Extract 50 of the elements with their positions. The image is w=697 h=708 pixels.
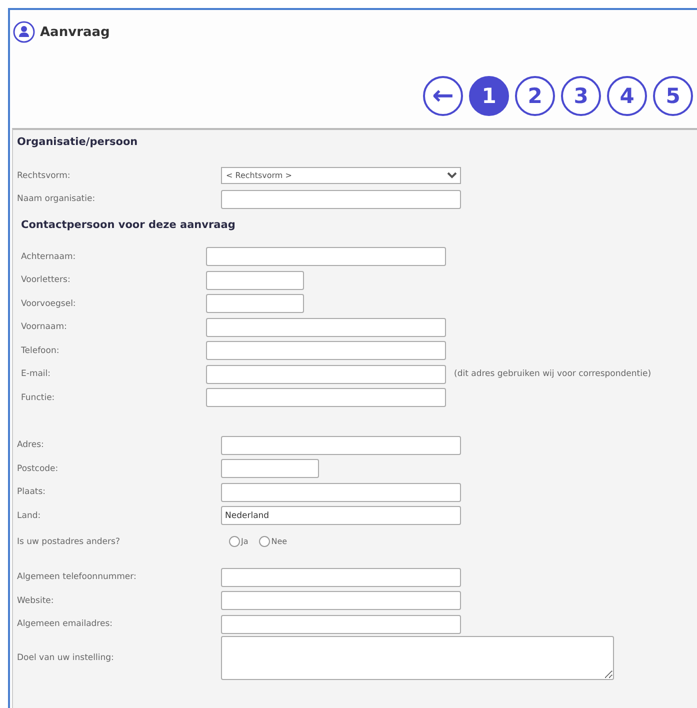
- field-note: (dit adres gebruiken wij voor correspondentie): [454, 369, 652, 380]
- step-button[interactable]: 2: [515, 76, 555, 116]
- user-icon: [13, 21, 35, 43]
- field-label: Voornaam:: [21, 322, 68, 332]
- field-label: Land:: [17, 510, 42, 521]
- field-label: Postcode:: [17, 464, 60, 474]
- text-field[interactable]: [206, 388, 446, 408]
- text-field[interactable]: [221, 482, 461, 502]
- field-label: Plaats:: [17, 487, 47, 498]
- radio-button[interactable]: [229, 536, 240, 547]
- text-field[interactable]: [206, 341, 446, 360]
- back-button[interactable]: ←: [423, 76, 463, 116]
- step-button[interactable]: 5: [653, 76, 693, 116]
- legal-form-select[interactable]: < Rechtsvorm >: [221, 167, 461, 184]
- step-button[interactable]: 4: [607, 76, 647, 116]
- window-title: Aanvraag: [40, 24, 110, 40]
- radio-label: Nee: [271, 537, 288, 546]
- section-heading: Contactpersoon voor deze aanvraag: [21, 218, 236, 233]
- field-label: Rechtsvorm:: [17, 170, 72, 181]
- field-label: Is uw postadres anders?: [17, 536, 121, 546]
- radio-button[interactable]: [259, 536, 270, 547]
- text-field[interactable]: [221, 436, 461, 455]
- field-label: Achternaam:: [21, 252, 77, 262]
- section-heading: Organisatie/persoon: [17, 136, 139, 150]
- field-label: Functie:: [21, 392, 56, 403]
- text-field[interactable]: [221, 614, 461, 634]
- text-field[interactable]: [206, 270, 304, 290]
- field-label: E-mail:: [21, 369, 52, 380]
- text-field[interactable]: [221, 459, 319, 478]
- step-button[interactable]: 1: [469, 76, 509, 116]
- text-field[interactable]: [206, 318, 446, 337]
- field-label: Naam organisatie:: [17, 194, 96, 204]
- field-label: Adres:: [17, 440, 45, 450]
- field-label: Algemeen telefoonnummer:: [17, 572, 138, 582]
- field-label: Doel van uw instelling:: [17, 653, 115, 663]
- field-label: Algemeen emailadres:: [17, 619, 114, 630]
- text-field[interactable]: [206, 364, 446, 384]
- field-label: Voorletters:: [21, 275, 72, 286]
- text-field[interactable]: [221, 568, 461, 587]
- text-field[interactable]: [206, 247, 446, 266]
- step-button[interactable]: 3: [561, 76, 601, 116]
- field-label: Voorvoegsel:: [21, 298, 77, 309]
- field-label: Website:: [17, 596, 55, 606]
- text-field[interactable]: [221, 190, 461, 209]
- radio-label: Ja: [241, 537, 248, 546]
- text-area[interactable]: [221, 636, 614, 680]
- text-field[interactable]: [206, 294, 304, 314]
- field-label: Telefoon:: [21, 346, 60, 356]
- text-field[interactable]: [221, 591, 461, 610]
- text-field[interactable]: Nederland: [221, 506, 461, 526]
